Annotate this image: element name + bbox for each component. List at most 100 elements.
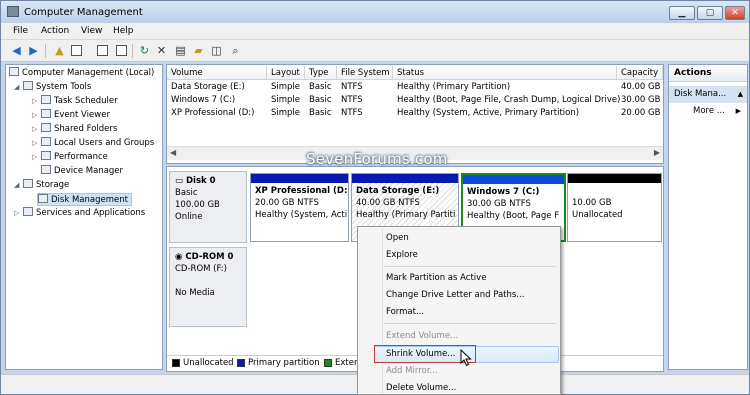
expand-arrow-icon[interactable]: ▷ (32, 123, 41, 136)
menu-view[interactable]: View (81, 26, 102, 36)
show-hide-tree-icon[interactable] (69, 43, 84, 58)
tree-item-storage[interactable]: ◢ Storage (14, 179, 69, 192)
tree-item-services-applications[interactable]: ▷ Services and Applications (14, 207, 145, 220)
event-viewer-icon (41, 109, 51, 118)
menu-item-explore[interactable]: Explore (386, 248, 418, 263)
column-header-volume[interactable]: Volume (167, 66, 267, 80)
menu-item-open[interactable]: Open (386, 231, 409, 246)
cdrom-icon: ◉ (175, 252, 186, 262)
collapse-arrow-icon[interactable]: ◢ (14, 81, 23, 94)
context-menu: Open Explore Mark Partition as Active Ch… (357, 226, 561, 395)
delete-icon[interactable]: ✕ (154, 43, 169, 58)
navigation-tree: Computer Management (Local) ◢ System Tool… (5, 64, 163, 370)
actions-pane: Actions Disk Mana... ▲ More ... ▶ (668, 64, 748, 370)
cell-capacity: 40.00 GB (621, 82, 661, 92)
partition-xp-professional[interactable]: XP Professional (D:) 20.00 GB NTFS Healt… (250, 173, 349, 242)
cdrom-0-label[interactable]: ◉ CD-ROM 0 CD-ROM (F:) No Media (169, 247, 247, 327)
tree-item-disk-management[interactable]: Disk Management (37, 193, 132, 206)
properties-icon[interactable] (95, 43, 110, 58)
column-header-status[interactable]: Status (393, 66, 617, 80)
services-icon (23, 207, 33, 216)
collapse-arrow-icon[interactable]: ▲ (738, 86, 743, 103)
up-folder-icon[interactable]: ▲ (52, 43, 67, 58)
explore-icon[interactable]: ◫ (209, 43, 224, 58)
partition-status: Healthy (System, Acti (255, 210, 348, 220)
tree-item-device-manager[interactable]: Device Manager (41, 165, 123, 178)
tools-icon (23, 81, 33, 90)
tree-item-system-tools[interactable]: ◢ System Tools (14, 81, 91, 94)
scroll-right-icon[interactable]: ▶ (654, 148, 660, 157)
tree-item-computer-management[interactable]: Computer Management (Local) (9, 67, 154, 80)
cell-volume: Data Storage (E:) (171, 82, 245, 92)
disk-0-size: 100.00 GB (175, 200, 220, 210)
cell-file-system: NTFS (341, 95, 363, 105)
menu-file[interactable]: File (13, 26, 28, 36)
cell-layout: Simple (271, 95, 301, 105)
disk-management-icon (38, 194, 48, 203)
menu-item-format[interactable]: Format... (386, 305, 424, 320)
disk-0-state: Online (175, 212, 203, 222)
performance-icon (41, 151, 51, 160)
watermark: SevenForums.com (306, 150, 448, 168)
collapse-arrow-icon[interactable]: ◢ (14, 179, 23, 192)
back-icon[interactable]: ◀ (9, 43, 24, 58)
menu-help[interactable]: Help (113, 26, 134, 36)
menu-gutter (382, 229, 383, 394)
computer-icon (9, 67, 19, 76)
cdrom-0-name: ◉ CD-ROM 0 (175, 252, 234, 262)
legend-swatch-primary (237, 359, 245, 367)
expand-arrow-icon[interactable]: ▷ (14, 207, 23, 220)
tree-item-local-users[interactable]: ▷ Local Users and Groups (32, 137, 154, 150)
expand-arrow-icon[interactable]: ▷ (32, 137, 41, 150)
search-icon[interactable]: ⌕ (228, 43, 243, 58)
partition-unallocated[interactable]: 10.00 GB Unallocated (567, 173, 662, 242)
properties-sheet-icon[interactable]: ▤ (173, 43, 188, 58)
close-button[interactable]: ✕ (725, 6, 745, 20)
tree-item-task-scheduler[interactable]: ▷ Task Scheduler (32, 95, 118, 108)
cell-status: Healthy (Boot, Page File, Crash Dump, Lo… (397, 95, 621, 105)
menu-item-extend-volume: Extend Volume... (386, 331, 459, 341)
tree-item-performance[interactable]: ▷ Performance (32, 151, 108, 164)
menu-action[interactable]: Action (41, 26, 69, 36)
maximize-button[interactable]: ▢ (697, 6, 723, 20)
partition-bar (568, 174, 661, 183)
column-header-type[interactable]: Type (305, 66, 337, 80)
cell-capacity: 20.00 GB (621, 108, 661, 118)
refresh-icon[interactable]: ↻ (137, 43, 152, 58)
partition-size: 30.00 GB NTFS (467, 199, 531, 209)
actions-more[interactable]: More ... ▶ (669, 103, 747, 119)
legend-swatch-unallocated (172, 359, 180, 367)
partition-status: Healthy (Boot, Page F (467, 211, 560, 221)
actions-section-disk-management[interactable]: Disk Mana... ▲ (669, 86, 747, 103)
column-header-file-system[interactable]: File System (337, 66, 393, 80)
forward-icon[interactable]: ▶ (26, 43, 41, 58)
partition-size: 20.00 GB NTFS (255, 198, 319, 208)
column-header-capacity[interactable]: Capacity (617, 66, 663, 80)
partition-status: Unallocated (572, 210, 623, 220)
help-icon[interactable] (114, 43, 129, 58)
cell-volume: XP Professional (D:) (171, 108, 255, 118)
menu-item-change-drive-letter[interactable]: Change Drive Letter and Paths... (386, 288, 524, 303)
minimize-button[interactable]: ▁ (669, 6, 695, 20)
disk-0-type: Basic (175, 188, 198, 198)
cell-layout: Simple (271, 108, 301, 118)
legend-primary: Primary partition (248, 358, 320, 368)
scroll-left-icon[interactable]: ◀ (170, 148, 176, 157)
title-bar[interactable]: Computer Management ▁ ▢ ✕ (1, 1, 749, 23)
storage-icon (23, 179, 33, 188)
partition-bar (352, 174, 458, 183)
expand-arrow-icon[interactable]: ▷ (32, 151, 41, 164)
column-header-layout[interactable]: Layout (267, 66, 305, 80)
tree-item-event-viewer[interactable]: ▷ Event Viewer (32, 109, 110, 122)
cell-type: Basic (309, 108, 332, 118)
tree-item-shared-folders[interactable]: ▷ Shared Folders (32, 123, 117, 136)
partition-title: Windows 7 (C:) (467, 187, 540, 197)
actions-header: Actions (669, 65, 747, 82)
expand-arrow-icon[interactable]: ▷ (32, 109, 41, 122)
disk-0-label[interactable]: ▭ Disk 0 Basic 100.00 GB Online (169, 171, 247, 243)
menu-item-mark-active[interactable]: Mark Partition as Active (386, 271, 486, 286)
open-icon[interactable]: ▰ (191, 43, 206, 58)
menu-item-delete-volume[interactable]: Delete Volume... (386, 381, 456, 395)
expand-arrow-icon[interactable]: ▷ (32, 95, 41, 108)
disk-icon: ▭ (175, 176, 186, 186)
